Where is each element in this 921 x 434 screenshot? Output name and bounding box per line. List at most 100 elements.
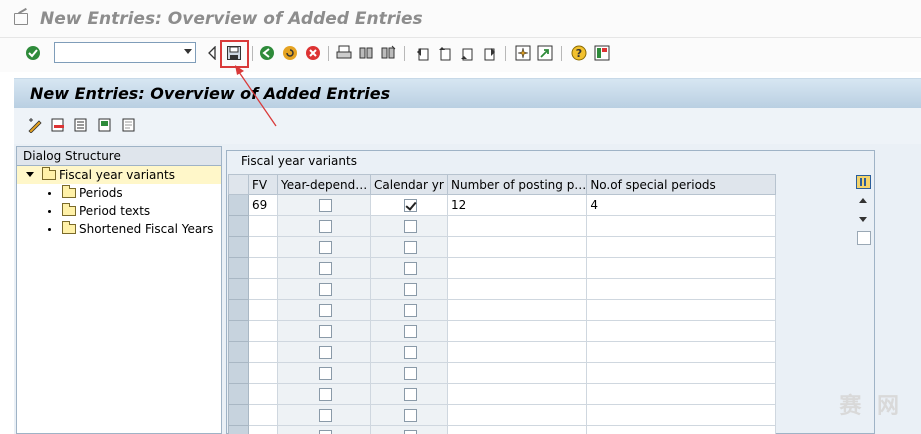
cell-fv[interactable]: [248, 404, 278, 426]
cell-year-dependent[interactable]: [277, 341, 371, 363]
checkbox[interactable]: [404, 219, 417, 233]
cell-posting-periods[interactable]: [446, 236, 588, 258]
cell-special-periods[interactable]: [586, 257, 777, 279]
table-row[interactable]: [228, 278, 777, 300]
column-header-calendar-yr[interactable]: Calendar yr: [370, 174, 448, 195]
cell-fv[interactable]: [248, 299, 278, 321]
checkbox[interactable]: [404, 366, 417, 380]
table-row[interactable]: [228, 404, 777, 426]
cell-fv[interactable]: [248, 236, 278, 258]
row-selector[interactable]: [228, 425, 249, 434]
cell-fv[interactable]: 69: [248, 194, 278, 216]
cell-special-periods[interactable]: [586, 383, 777, 405]
tree-item-fiscal-year-variants[interactable]: Fiscal year variants: [17, 166, 221, 184]
row-selector[interactable]: [228, 215, 249, 237]
checkbox[interactable]: [319, 324, 332, 338]
checkbox[interactable]: [404, 282, 417, 296]
help-icon[interactable]: ?: [570, 44, 588, 62]
cell-year-dependent[interactable]: [277, 320, 371, 342]
cancel-icon[interactable]: [304, 44, 322, 62]
row-selector[interactable]: [228, 404, 249, 426]
row-selector[interactable]: [228, 362, 249, 384]
command-field[interactable]: [54, 42, 196, 63]
command-field-dropdown-icon[interactable]: [184, 49, 192, 54]
cell-year-dependent[interactable]: [277, 404, 371, 426]
checkbox[interactable]: [319, 282, 332, 296]
table-row[interactable]: [228, 299, 777, 321]
checkbox[interactable]: [404, 345, 417, 359]
find-icon[interactable]: [357, 44, 375, 62]
cell-calendar-yr[interactable]: [370, 341, 448, 363]
checkbox[interactable]: [319, 303, 332, 317]
enter-icon[interactable]: [24, 44, 42, 62]
cell-special-periods[interactable]: 4: [586, 194, 777, 216]
cell-special-periods[interactable]: [586, 425, 777, 434]
print-icon[interactable]: [335, 44, 353, 62]
table-row[interactable]: 69 12 4: [228, 194, 777, 216]
table-row[interactable]: [228, 257, 777, 279]
table-row[interactable]: [228, 425, 777, 434]
cell-fv[interactable]: [248, 425, 278, 434]
cell-fv[interactable]: [248, 215, 278, 237]
checkbox[interactable]: [319, 240, 332, 254]
cell-special-periods[interactable]: [586, 278, 777, 300]
table-row[interactable]: [228, 215, 777, 237]
cell-special-periods[interactable]: [586, 404, 777, 426]
checkbox[interactable]: [404, 429, 417, 434]
column-header-year-dependent[interactable]: Year-depend…: [277, 174, 371, 195]
checkbox[interactable]: [319, 429, 332, 434]
table-row[interactable]: [228, 320, 777, 342]
previous-page-icon[interactable]: [436, 44, 454, 62]
cell-year-dependent[interactable]: [277, 215, 371, 237]
table-settings-icon[interactable]: [856, 175, 871, 189]
cell-fv[interactable]: [248, 383, 278, 405]
cell-calendar-yr[interactable]: [370, 278, 448, 300]
create-session-icon[interactable]: [514, 44, 532, 62]
layout-icon[interactable]: [593, 44, 611, 62]
cell-year-dependent[interactable]: [277, 425, 371, 434]
checkbox[interactable]: [319, 408, 332, 422]
scroll-down-icon[interactable]: [859, 217, 867, 222]
row-selector[interactable]: [228, 320, 249, 342]
cell-posting-periods[interactable]: [446, 404, 588, 426]
cell-posting-periods[interactable]: [446, 341, 588, 363]
cell-special-periods[interactable]: [586, 362, 777, 384]
checkbox-checked[interactable]: [404, 198, 417, 212]
cell-calendar-yr[interactable]: [370, 383, 448, 405]
checkbox[interactable]: [319, 219, 332, 233]
column-header-special-periods[interactable]: No.of special periods: [586, 174, 777, 195]
checkbox[interactable]: [319, 345, 332, 359]
scroll-up-icon[interactable]: [859, 198, 867, 203]
select-all-icon[interactable]: [72, 116, 90, 134]
cell-posting-periods[interactable]: [446, 215, 588, 237]
row-selector[interactable]: [228, 299, 249, 321]
row-selector[interactable]: [228, 194, 249, 216]
cell-calendar-yr[interactable]: [370, 257, 448, 279]
cell-posting-periods[interactable]: [446, 362, 588, 384]
row-selector[interactable]: [228, 341, 249, 363]
cell-calendar-yr[interactable]: [370, 404, 448, 426]
cell-fv[interactable]: [248, 278, 278, 300]
row-selector[interactable]: [228, 278, 249, 300]
cell-year-dependent[interactable]: [277, 236, 371, 258]
cell-fv[interactable]: [248, 362, 278, 384]
table-row[interactable]: [228, 383, 777, 405]
collapse-icon[interactable]: [203, 44, 221, 62]
find-next-icon[interactable]: [379, 44, 397, 62]
table-row[interactable]: [228, 341, 777, 363]
last-page-icon[interactable]: [480, 44, 498, 62]
cell-calendar-yr[interactable]: [370, 299, 448, 321]
checkbox[interactable]: [404, 261, 417, 275]
cell-year-dependent[interactable]: [277, 383, 371, 405]
column-header-fv[interactable]: FV: [248, 174, 278, 195]
cell-year-dependent[interactable]: [277, 362, 371, 384]
shortcut-icon[interactable]: [536, 44, 554, 62]
row-selector[interactable]: [228, 383, 249, 405]
exit-icon[interactable]: [281, 44, 299, 62]
back-icon[interactable]: [258, 44, 276, 62]
cell-year-dependent[interactable]: [277, 194, 371, 216]
expand-toggle-icon[interactable]: [26, 172, 34, 177]
next-page-icon[interactable]: [458, 44, 476, 62]
row-selector[interactable]: [228, 257, 249, 279]
cell-special-periods[interactable]: [586, 320, 777, 342]
